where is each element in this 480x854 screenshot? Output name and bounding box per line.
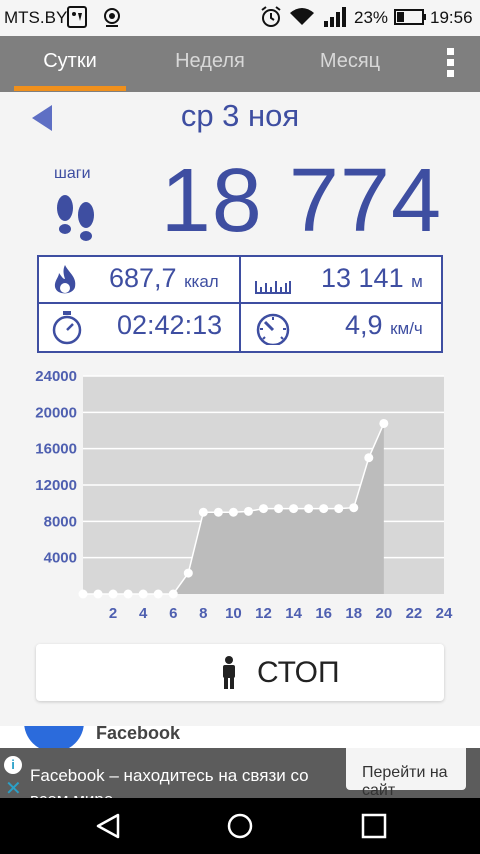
x-tick-label: 18 [345,605,362,622]
ad-cta-label: Перейти на сайт [362,764,448,798]
calories-stat: 687,7 ккал [109,263,219,294]
chart-data-point [304,504,314,514]
footprints-icon [52,192,100,247]
date-title: ср 3 ноя [180,98,300,133]
stop-button[interactable]: СТОП [36,644,444,701]
chart-data-point [213,507,223,517]
chart-data-point [259,504,268,514]
duration-value: 02:42:13 [117,310,223,340]
ad-text: Facebook – находитесь на связи со всем м… [30,766,309,798]
x-tick-label: 6 [169,605,177,622]
y-tick-label: 4000 [44,550,77,567]
y-tick-label: 8000 [44,513,77,530]
active-tab-indicator [14,86,126,91]
tab-week[interactable]: Неделя [152,36,268,92]
ad-app-name: Facebook [96,726,181,743]
chart-data-point [379,418,389,428]
distance-unit: м [411,272,423,291]
wifi-icon [288,5,316,34]
carrier-name: MTS.BY [4,8,68,27]
chart-data-point [349,503,359,513]
chart-data-point [138,589,148,599]
ad-info-icon[interactable]: i [4,756,22,774]
usb-debug-icon [66,5,88,34]
stats-grid: 687,7 ккал 13 141 м 02:42:13 4,9 км/ч [37,255,443,353]
distance-stat: 13 141 м [321,263,423,294]
chart-data-point [289,504,299,514]
chart-data-point [228,507,238,517]
battery-icon [394,5,428,34]
facebook-logo-icon [24,726,84,748]
chart-data-point [319,504,329,514]
recents-nav-icon[interactable] [360,812,388,845]
y-tick-label: 12000 [35,477,77,494]
tab-bar: Сутки Неделя Месяц [0,36,480,92]
y-tick-label: 20000 [35,404,77,421]
clock: 19:56 [430,8,473,27]
chart-data-point [78,589,88,599]
ad-close-icon[interactable]: ✕ [5,776,22,798]
chart-data-point [243,506,253,516]
tab-month[interactable]: Месяц [292,36,408,92]
chart-data-point [274,504,284,514]
back-nav-icon[interactable] [94,812,122,845]
x-tick-label: 10 [225,605,242,622]
person-icon [220,656,238,695]
x-tick-label: 22 [406,605,423,622]
y-tick-label: 24000 [35,368,77,385]
x-tick-label: 2 [109,605,117,622]
more-options-icon[interactable] [440,44,460,84]
x-tick-label: 16 [315,605,332,622]
y-tick-label: 16000 [35,441,77,458]
tab-day[interactable]: Сутки [14,36,126,92]
stopwatch-icon [51,310,83,351]
speedometer-icon [253,311,293,350]
distance-value: 13 141 [321,263,404,293]
location-icon [100,5,124,34]
chart-data-point [334,504,344,514]
speed-stat: 4,9 км/ч [345,310,423,341]
x-tick-label: 4 [139,605,148,622]
ad-banner-top[interactable]: Facebook [0,726,480,748]
stop-button-label: СТОП [257,656,340,689]
chart-data-point [123,589,133,599]
steps-label: шаги [54,165,91,182]
speed-unit: км/ч [390,319,423,338]
home-nav-icon[interactable] [226,812,254,845]
x-tick-label: 8 [199,605,207,622]
chart-data-point [108,589,118,599]
steps-chart: 40008000120001600020000240002 4 6 8 10 12 14 16… [35,368,453,622]
navigation-bar [0,798,480,854]
ad-banner[interactable]: i ✕ Facebook – находитесь на связи со вс… [0,748,480,798]
ruler-icon [253,269,293,300]
signal-icon [322,5,348,34]
chart-data-point [168,589,178,599]
status-bar: MTS.BY 23% 19:56 [0,0,480,36]
speed-value: 4,9 [345,310,383,340]
ad-cta-button[interactable]: Перейти на сайт [346,748,466,798]
x-tick-label: 20 [375,605,392,622]
x-tick-label: 12 [255,605,272,622]
steps-count: 18 774 [160,151,442,251]
x-tick-label: 14 [285,605,302,622]
chart-data-point [183,568,193,578]
chart-data-point [364,453,374,463]
calories-value: 687,7 [109,263,177,293]
chart-data-point [93,589,103,599]
calories-unit: ккал [184,272,219,291]
alarm-icon [260,5,282,34]
chart-data-point [198,507,208,517]
chart-data-point [153,589,163,599]
battery-percent: 23% [354,8,389,27]
x-tick-label: 24 [436,605,453,622]
flame-icon [51,263,79,302]
